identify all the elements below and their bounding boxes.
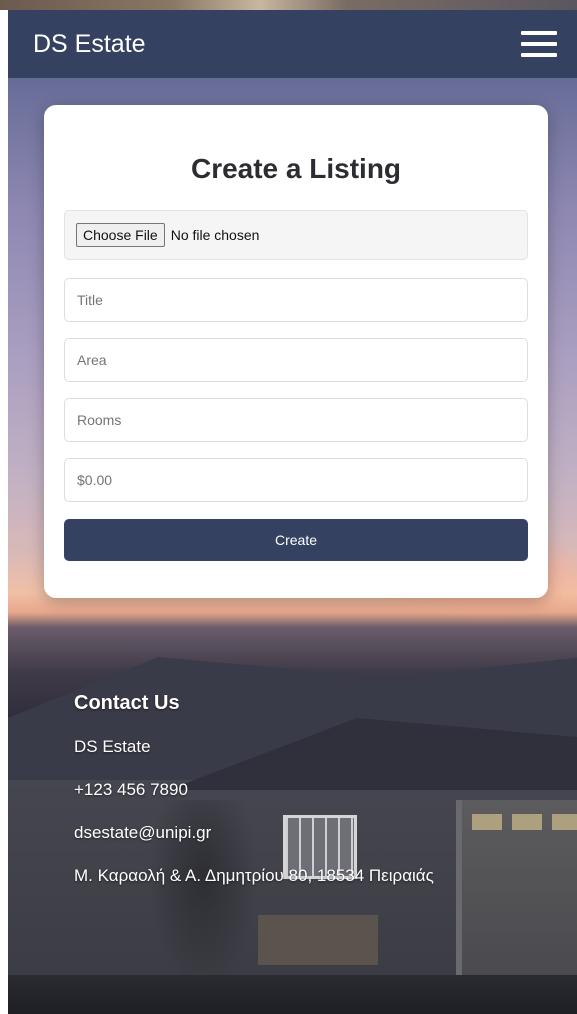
form-title: Create a Listing [190,153,402,184]
navbar: DS Estate [8,10,577,78]
contact-phone[interactable]: +123 456 7890 [74,780,474,800]
price-input[interactable] [64,458,528,502]
title-input[interactable] [64,278,528,322]
garage-window [512,814,542,830]
file-upload-field[interactable]: Choose File No file chosen [64,210,528,260]
stone-wall [258,915,378,965]
rooms-input[interactable] [64,398,528,442]
hamburger-menu-icon[interactable] [521,28,557,60]
page: DS Estate Create a Listing Choose File N… [8,10,577,1014]
choose-file-button[interactable]: Choose File [76,223,165,247]
brand-logo[interactable]: DS Estate [33,30,146,59]
file-status-text: No file chosen [170,227,260,243]
create-button[interactable]: Create [64,519,528,561]
contact-company: DS Estate [74,737,151,756]
garage-window [552,814,577,830]
area-input[interactable] [64,338,528,382]
contact-section: Contact Us DS Estate +123 456 7890 dsest… [74,692,474,909]
contact-email[interactable]: dsestate@unipi.gr [74,823,474,843]
contact-address: Μ. Καραολή & Α. Δημητρίου 80, 18534 Πειρ… [74,866,434,885]
create-listing-card: Create a Listing Choose File No file cho… [44,105,548,598]
contact-heading: Contact Us [74,692,180,714]
garage-window [472,814,502,830]
top-image-strip [0,0,577,10]
driveway [8,975,577,1014]
garage-door [456,800,577,980]
